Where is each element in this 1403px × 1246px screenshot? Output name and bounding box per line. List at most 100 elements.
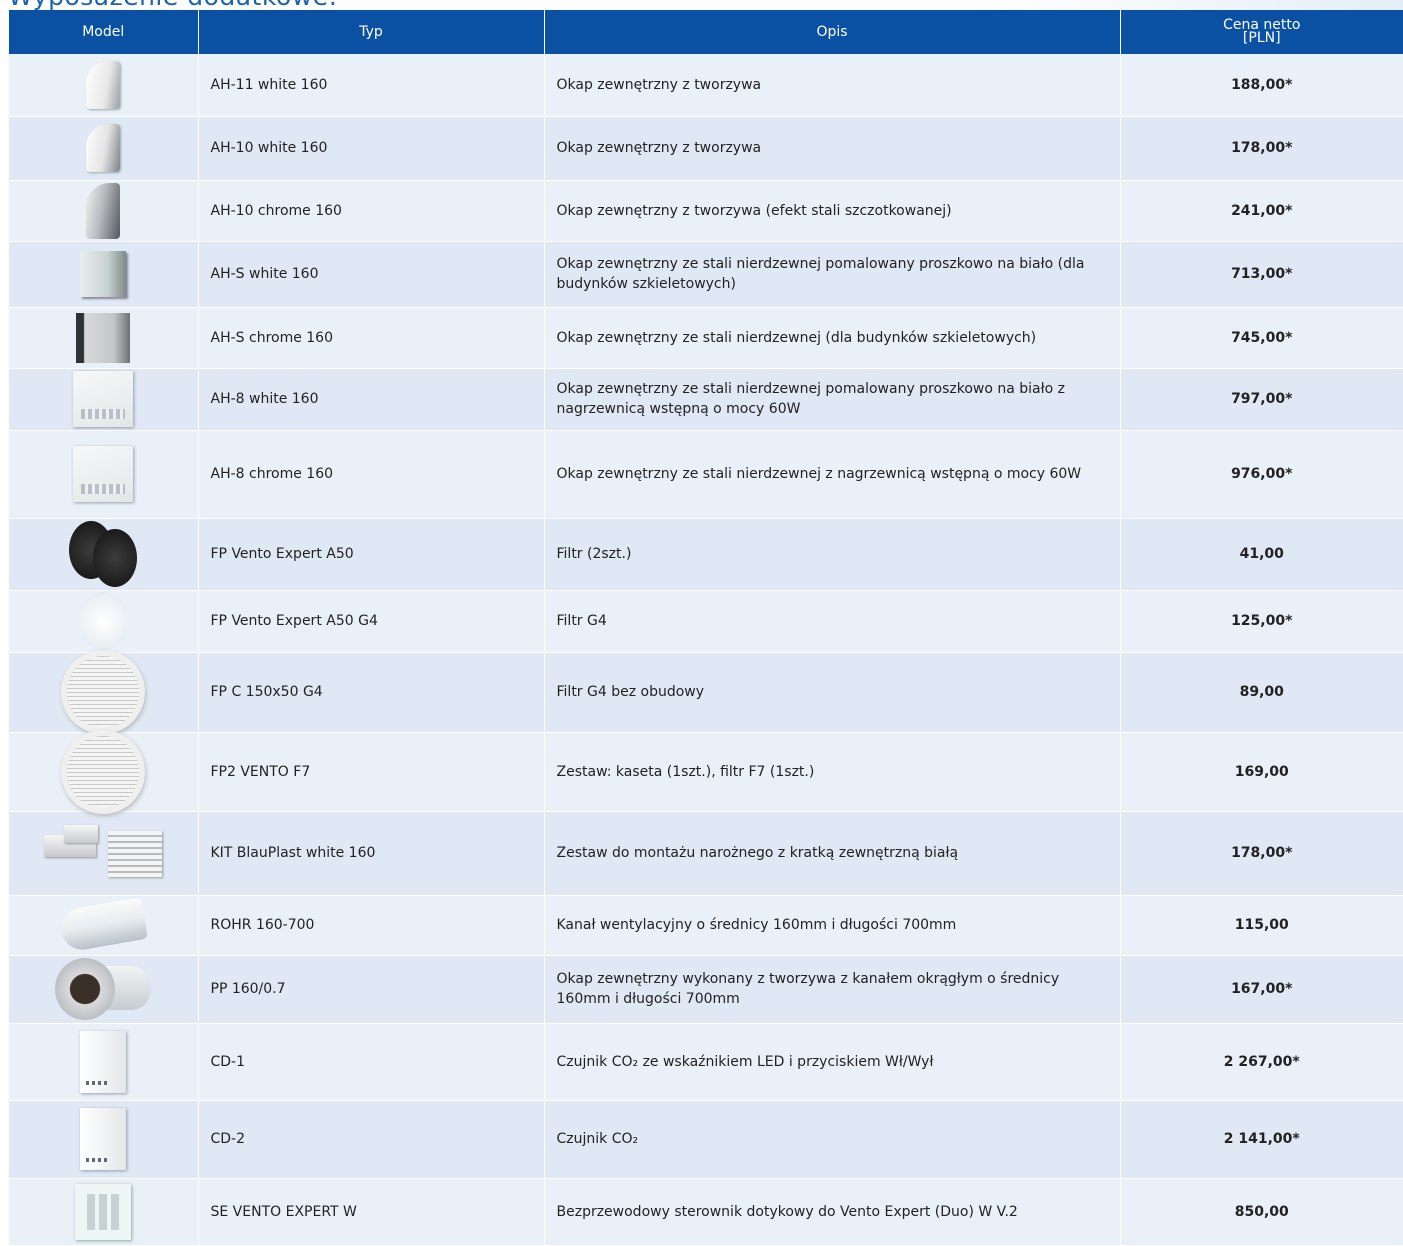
description-cell: Okap zewnętrzny ze stali nierdzewnej pom… bbox=[544, 368, 1121, 431]
model-image-cell bbox=[9, 116, 199, 181]
hood-plastic-grid-icon bbox=[86, 124, 121, 172]
header-model: Model bbox=[9, 10, 199, 54]
type-cell: ROHR 160-700 bbox=[198, 895, 545, 956]
type-cell: PP 160/0.7 bbox=[198, 955, 545, 1024]
type-cell: AH-8 white 160 bbox=[198, 368, 545, 431]
type-cell: AH-11 white 160 bbox=[198, 54, 545, 117]
model-image-cell bbox=[9, 368, 199, 431]
description-cell: Filtr G4 bbox=[544, 590, 1121, 653]
header-price-line2: [PLN] bbox=[1242, 30, 1281, 46]
model-image-cell bbox=[9, 180, 199, 242]
model-image-cell bbox=[9, 241, 199, 308]
price-cell: 167,00* bbox=[1120, 955, 1403, 1024]
table-row: SE VENTO EXPERT W Bezprzewodowy sterowni… bbox=[9, 1178, 1403, 1246]
table-row: CD-2 Czujnik CO₂ 2 141,00* bbox=[9, 1100, 1403, 1179]
table-row: AH-10 chrome 160 Okap zewnętrzny z tworz… bbox=[9, 180, 1403, 242]
price-cell: 797,00* bbox=[1120, 368, 1403, 431]
duct-tube-icon bbox=[58, 897, 149, 953]
price-cell: 115,00 bbox=[1120, 895, 1403, 956]
filter-white-icon bbox=[78, 592, 129, 650]
hood-panel-white-icon bbox=[73, 371, 134, 427]
table-row: AH-8 white 160 Okap zewnętrzny ze stali … bbox=[9, 368, 1403, 431]
model-image-cell bbox=[9, 1178, 199, 1246]
cassette-filter-icon bbox=[67, 735, 140, 808]
table-row: AH-S white 160 Okap zewnętrzny ze stali … bbox=[9, 241, 1403, 308]
table-row: KIT BlauPlast white 160 Zestaw do montaż… bbox=[9, 811, 1403, 896]
table-header-row: Model Typ Opis Cena netto [PLN] bbox=[9, 10, 1403, 54]
price-cell: 89,00 bbox=[1120, 652, 1403, 733]
model-image-cell bbox=[9, 590, 199, 653]
table-row: ROHR 160-700 Kanał wentylacyjny o średni… bbox=[9, 895, 1403, 956]
description-cell: Czujnik CO₂ bbox=[544, 1100, 1121, 1179]
price-cell: 188,00* bbox=[1120, 54, 1403, 117]
price-cell: 2 141,00* bbox=[1120, 1100, 1403, 1179]
description-cell: Zestaw do montażu narożnego z kratką zew… bbox=[544, 811, 1121, 896]
table-row: CD-1 Czujnik CO₂ ze wskaźnikiem LED i pr… bbox=[9, 1023, 1403, 1101]
model-image-cell bbox=[9, 518, 199, 591]
model-image-cell bbox=[9, 652, 199, 733]
box-hood-white-icon bbox=[80, 251, 127, 297]
box-hood-chrome-icon bbox=[76, 312, 131, 363]
table-row: FP Vento Expert A50 G4 Filtr G4 125,00* bbox=[9, 590, 1403, 653]
table-row: FP2 VENTO F7 Zestaw: kaseta (1szt.), fil… bbox=[9, 732, 1403, 812]
description-cell: Okap zewnętrzny ze stali nierdzewnej (dl… bbox=[544, 307, 1121, 369]
type-cell: FP Vento Expert A50 bbox=[198, 518, 545, 591]
description-cell: Filtr G4 bez obudowy bbox=[544, 652, 1121, 733]
price-cell: 169,00 bbox=[1120, 732, 1403, 812]
touch-controller-icon bbox=[75, 1183, 132, 1240]
type-cell: AH-S white 160 bbox=[198, 241, 545, 308]
type-cell: AH-S chrome 160 bbox=[198, 307, 545, 369]
model-image-cell bbox=[9, 307, 199, 369]
mounting-kit-icon bbox=[44, 825, 163, 881]
price-cell: 976,00* bbox=[1120, 430, 1403, 519]
co2-sensor-led-icon bbox=[80, 1030, 127, 1093]
description-cell: Bezprzewodowy sterownik dotykowy do Vent… bbox=[544, 1178, 1121, 1246]
description-cell: Okap zewnętrzny ze stali nierdzewnej z n… bbox=[544, 430, 1121, 519]
table-row: AH-S chrome 160 Okap zewnętrzny ze stali… bbox=[9, 307, 1403, 369]
price-table: Model Typ Opis Cena netto [PLN] AH-11 wh… bbox=[9, 10, 1403, 1246]
type-cell: FP2 VENTO F7 bbox=[198, 732, 545, 812]
table-row: AH-11 white 160 Okap zewnętrzny z tworzy… bbox=[9, 54, 1403, 117]
type-cell: CD-2 bbox=[198, 1100, 545, 1179]
type-cell: KIT BlauPlast white 160 bbox=[198, 811, 545, 896]
hood-chrome-icon bbox=[86, 182, 121, 239]
hood-with-duct-icon bbox=[55, 958, 152, 1020]
type-cell: AH-10 chrome 160 bbox=[198, 180, 545, 242]
price-cell: 850,00 bbox=[1120, 1178, 1403, 1246]
type-cell: SE VENTO EXPERT W bbox=[198, 1178, 545, 1246]
header-type: Typ bbox=[198, 10, 545, 54]
description-cell: Filtr (2szt.) bbox=[544, 518, 1121, 591]
description-cell: Zestaw: kaseta (1szt.), filtr F7 (1szt.) bbox=[544, 732, 1121, 812]
price-cell: 178,00* bbox=[1120, 811, 1403, 896]
model-image-cell bbox=[9, 811, 199, 896]
description-cell: Okap zewnętrzny z tworzywa bbox=[544, 54, 1121, 117]
type-cell: AH-10 white 160 bbox=[198, 116, 545, 181]
table-row: PP 160/0.7 Okap zewnętrzny wykonany z tw… bbox=[9, 955, 1403, 1024]
round-grille-icon bbox=[67, 656, 140, 728]
price-cell: 125,00* bbox=[1120, 590, 1403, 653]
header-description: Opis bbox=[544, 10, 1121, 54]
description-cell: Okap zewnętrzny ze stali nierdzewnej pom… bbox=[544, 241, 1121, 308]
description-cell: Okap zewnętrzny wykonany z tworzywa z ka… bbox=[544, 955, 1121, 1024]
model-image-cell bbox=[9, 895, 199, 956]
table-row: FP C 150x50 G4 Filtr G4 bez obudowy 89,0… bbox=[9, 652, 1403, 733]
description-cell: Okap zewnętrzny z tworzywa bbox=[544, 116, 1121, 181]
model-image-cell bbox=[9, 430, 199, 519]
page-heading: Wyposażenie dodatkowe: bbox=[8, 0, 338, 9]
model-image-cell bbox=[9, 54, 199, 117]
price-cell: 745,00* bbox=[1120, 307, 1403, 369]
price-cell: 41,00 bbox=[1120, 518, 1403, 591]
table-row: AH-10 white 160 Okap zewnętrzny z tworzy… bbox=[9, 116, 1403, 181]
price-cell: 2 267,00* bbox=[1120, 1023, 1403, 1101]
price-cell: 241,00* bbox=[1120, 180, 1403, 242]
table-row: AH-8 chrome 160 Okap zewnętrzny ze stali… bbox=[9, 430, 1403, 519]
hood-plastic-icon bbox=[86, 60, 121, 109]
type-cell: AH-8 chrome 160 bbox=[198, 430, 545, 519]
table-row: FP Vento Expert A50 Filtr (2szt.) 41,00 bbox=[9, 518, 1403, 591]
model-image-cell bbox=[9, 955, 199, 1024]
hood-panel-chrome-icon bbox=[73, 446, 134, 502]
description-cell: Czujnik CO₂ ze wskaźnikiem LED i przycis… bbox=[544, 1023, 1121, 1101]
co2-sensor-icon bbox=[80, 1108, 127, 1170]
filter-black-icon bbox=[69, 521, 138, 587]
type-cell: CD-1 bbox=[198, 1023, 545, 1101]
